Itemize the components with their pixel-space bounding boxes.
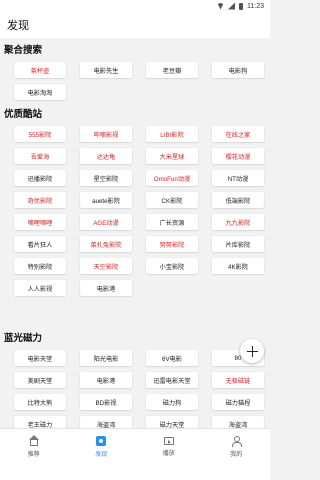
nav-label: 发现: [95, 452, 108, 458]
site-chip[interactable]: 电影港: [80, 280, 132, 296]
nav-label: 播放: [162, 451, 175, 457]
site-chip[interactable]: 低端影院: [212, 192, 264, 208]
site-chip[interactable]: 看片狂人: [14, 236, 66, 252]
status-bar: 11:23: [0, 0, 270, 12]
site-chip[interactable]: LIBI影院: [146, 126, 198, 142]
site-chip[interactable]: 海盗湾: [212, 416, 264, 428]
section-title: 聚合搜索: [4, 45, 43, 56]
site-chip[interactable]: AGE动漫: [80, 214, 132, 230]
site-chip[interactable]: 奇优影院: [14, 192, 66, 208]
signal-icon: [228, 2, 235, 10]
user-icon: [231, 436, 243, 447]
site-chip[interactable]: 在线之家: [212, 126, 264, 142]
discover-icon: [96, 436, 107, 446]
nav-label: 我的: [230, 452, 243, 458]
nav-item-0[interactable]: 推荐: [0, 429, 68, 480]
site-chip[interactable]: 星空影院: [80, 170, 132, 186]
site-chip[interactable]: 努努影院: [146, 236, 198, 252]
site-chip[interactable]: 樱花动漫: [212, 148, 264, 164]
plus-icon: [246, 345, 258, 357]
site-chip[interactable]: 电影狗: [212, 62, 264, 78]
site-chip[interactable]: 片库影院: [212, 236, 264, 252]
site-chip[interactable]: 小宝影院: [146, 258, 198, 274]
site-chip[interactable]: 老豆瓣: [146, 62, 198, 78]
battery-icon: [239, 2, 243, 10]
site-chip[interactable]: 菜扎兔影院: [80, 236, 132, 252]
site-chip[interactable]: 无极磁链: [212, 372, 264, 388]
site-chip[interactable]: 美剧天堂: [14, 372, 66, 388]
site-chip[interactable]: 海盗湾: [80, 416, 132, 428]
site-chip[interactable]: 吾爱海: [14, 148, 66, 164]
site-chip[interactable]: 磁力天堂: [146, 416, 198, 428]
site-chip[interactable]: 6V电影: [146, 350, 198, 366]
site-chip[interactable]: 迅雷电影天堂: [146, 372, 198, 388]
site-chip[interactable]: 九九影院: [212, 214, 264, 230]
site-chip[interactable]: CK影院: [146, 192, 198, 208]
site-chip[interactable]: 广长资源: [146, 214, 198, 230]
app-header: 发现: [0, 12, 270, 38]
site-chip[interactable]: 特别影院: [14, 258, 66, 274]
site-chip[interactable]: 电影淘淘: [14, 84, 66, 100]
section-title: 优质酷站: [4, 109, 43, 120]
status-time: 11:23: [247, 2, 264, 10]
site-chip[interactable]: 磁力狗: [146, 394, 198, 410]
site-chip[interactable]: 嘀哩嘀哩: [14, 214, 66, 230]
section-title: 蓝光磁力: [4, 333, 43, 344]
site-chip[interactable]: 哔嘀影视: [80, 126, 132, 142]
bottom-nav: 推荐 发现 播放 我的: [0, 428, 270, 480]
site-chip[interactable]: 比特大熊: [14, 394, 66, 410]
site-chip[interactable]: 达达龟: [80, 148, 132, 164]
add-button[interactable]: [240, 339, 264, 363]
site-chip[interactable]: 茶杯壶: [14, 62, 66, 78]
site-chip[interactable]: 大米星球: [146, 148, 198, 164]
discover-content[interactable]: 聚合搜索茶杯壶 电影先生 老豆瓣 电影狗电影淘淘优质酷站 555影院 哔嘀影视 LIBI影院…: [0, 38, 270, 428]
site-chip[interactable]: 4K影院: [212, 258, 264, 274]
site-chip[interactable]: BD影视: [80, 394, 132, 410]
site-chip[interactable]: 人人影视: [14, 280, 66, 296]
site-chip[interactable]: 天空影院: [80, 258, 132, 274]
play-icon: [163, 437, 174, 445]
nav-item-1[interactable]: 发现: [68, 429, 136, 480]
nav-item-2[interactable]: 播放: [135, 429, 203, 480]
site-chip[interactable]: auete影院: [80, 192, 132, 208]
site-chip[interactable]: 迅播影院: [14, 170, 66, 186]
site-chip[interactable]: OmoFun动漫: [146, 170, 198, 186]
site-chip[interactable]: 阳光电影: [80, 350, 132, 366]
site-chip[interactable]: 电影港: [80, 372, 132, 388]
wifi-icon: [217, 2, 224, 10]
site-chip[interactable]: 555影院: [14, 126, 66, 142]
site-chip[interactable]: 老王磁力: [14, 416, 66, 428]
nav-label: 推荐: [27, 452, 40, 458]
site-chip[interactable]: 电影先生: [80, 62, 132, 78]
page-title: 发现: [7, 20, 29, 32]
site-chip[interactable]: NT动漫: [212, 170, 264, 186]
site-chip[interactable]: 电影天堂: [14, 350, 66, 366]
nav-item-3[interactable]: 我的: [203, 429, 271, 480]
site-chip[interactable]: 磁力猫捏: [212, 394, 264, 410]
home-icon: [28, 435, 39, 446]
